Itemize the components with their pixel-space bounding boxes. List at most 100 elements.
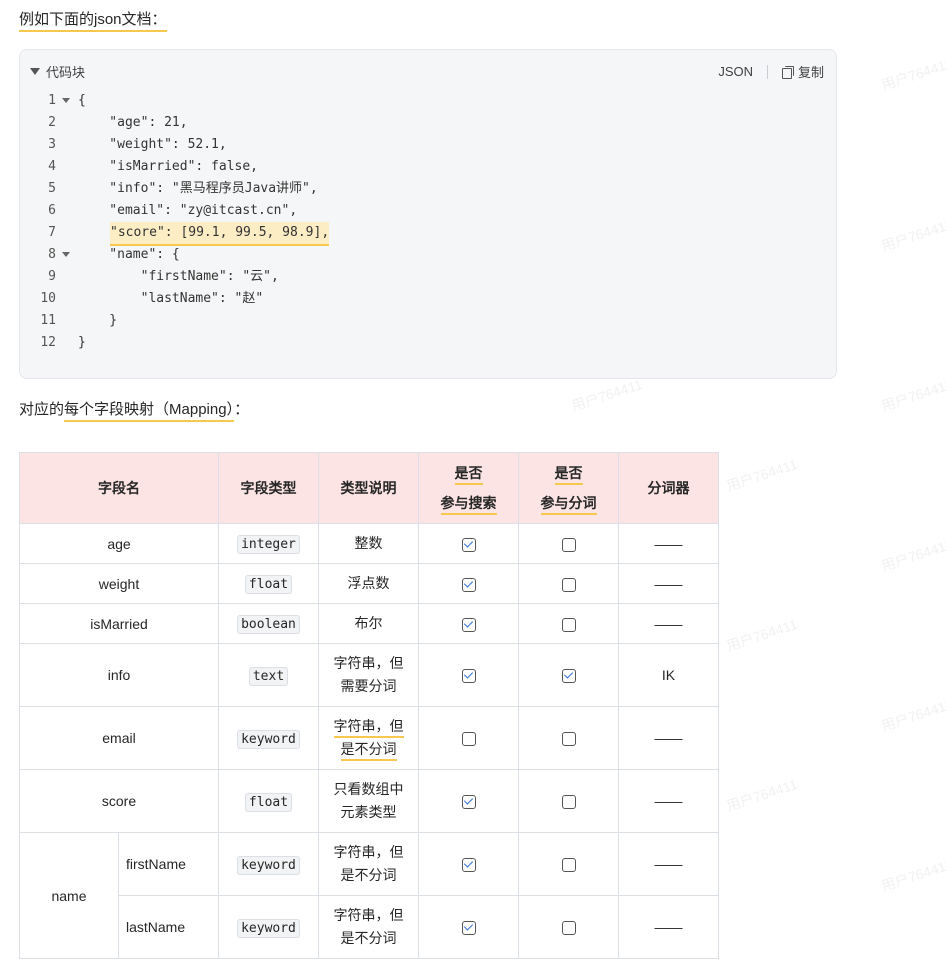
cell-searchable [418,643,519,707]
cell-field: isMarried [19,603,219,644]
mapping-table: 字段名 字段类型 类型说明 是否 参与搜索 是否 参与分词 分词器 age int… [19,452,719,959]
header-field-type: 字段类型 [218,452,319,524]
analyzed-checkbox[interactable] [561,537,576,552]
cell-child-field: firstName [118,832,219,896]
toolbar-divider [766,64,768,79]
line-code: "lastName": "赵" [78,291,264,306]
type-code: integer [237,535,300,554]
line-code: "email": "zy@itcast.cn", [78,203,298,218]
table-row: isMarried boolean 布尔 —— [19,603,719,644]
desc-line2: 元素类型 [340,804,397,820]
type-code: boolean [237,615,300,634]
header-analyzer: 分词器 [618,452,719,524]
searchable-checkbox[interactable] [461,858,476,873]
desc-line1: 只看数组中 [333,781,404,797]
cell-field: weight [19,563,219,604]
cell-analyzer: —— [618,563,719,604]
line-code: "isMarried": false, [78,159,259,174]
analyzed-checkbox[interactable] [561,921,576,936]
cell-analyzer: IK [618,643,719,707]
cell-searchable [418,523,519,564]
searchable-checkbox[interactable] [461,795,476,810]
type-code: float [244,575,293,594]
table-row: name firstName keyword 字符串，但 是不分词 —— [19,832,719,959]
fold-arrow-icon[interactable] [62,98,70,103]
desc-line2-text: 是不分词 [340,741,397,761]
code-block-toolbar: JSON 复制 [718,62,824,81]
cell-type: integer [218,523,319,564]
table-header-row: 字段名 字段类型 类型说明 是否 参与搜索 是否 参与分词 分词器 [19,452,719,524]
cell-analyzed [518,832,619,896]
header-searchable-line1: 是否 [454,465,483,485]
cell-analyzed [518,895,619,959]
cell-field: score [19,769,219,833]
cell-desc: 布尔 [318,603,419,644]
cell-analyzer: —— [618,603,719,644]
language-label[interactable]: JSON [718,64,753,79]
analyzed-checkbox[interactable] [561,669,576,684]
cell-analyzed [518,603,619,644]
analyzed-checkbox[interactable] [561,858,576,873]
cell-analyzed [518,563,619,604]
collapse-triangle-icon[interactable] [30,68,40,75]
line-code: "age": 21, [78,115,188,130]
type-code: text [248,666,289,686]
line-code: "weight": 52.1, [78,137,227,152]
watermark: 用户764411 [879,216,946,254]
cell-analyzed [518,769,619,833]
copy-button[interactable]: 复制 [781,62,824,81]
desc-line2: 需要分词 [340,678,397,694]
line-code: } [78,313,118,328]
cell-desc: 字符串，但 是不分词 [318,706,419,770]
watermark: 用户764411 [879,536,946,574]
code-block-title: 代码块 [46,65,86,80]
cell-analyzer: —— [618,895,719,959]
searchable-checkbox[interactable] [461,537,476,552]
searchable-checkbox[interactable] [461,577,476,592]
analyzed-checkbox[interactable] [561,732,576,747]
watermark: 用户764411 [879,55,946,93]
watermark: 用户764411 [879,376,946,414]
desc-line1: 字符串，但 [333,655,404,671]
type-code: keyword [237,918,300,938]
cell-desc: 只看数组中 元素类型 [318,769,419,833]
copy-icon [781,65,794,79]
desc-line2: 是不分词 [340,867,397,883]
cell-desc: 字符串，但 是不分词 [318,895,419,959]
searchable-checkbox[interactable] [461,732,476,747]
table-row: email keyword 字符串，但 是不分词 —— [19,706,719,770]
cell-analyzer: —— [618,523,719,564]
searchable-checkbox[interactable] [461,669,476,684]
searchable-checkbox[interactable] [461,617,476,632]
watermark: 用户764411 [724,456,800,494]
code-block-header[interactable]: 代码块 [30,62,85,81]
cell-child-field: lastName [118,895,219,959]
desc-line1: 布尔 [354,615,383,631]
watermark: 用户764411 [879,856,946,894]
analyzed-checkbox[interactable] [561,577,576,592]
fold-arrow-icon[interactable] [62,252,70,257]
analyzed-checkbox[interactable] [561,795,576,810]
code-block: 代码块 JSON 复制 1 {2 "age": 21, 3 "weight": 52… [19,49,837,379]
line-number: 2 [48,115,56,130]
line-number: 3 [48,137,56,152]
line-number: 9 [48,269,56,284]
header-type-desc: 类型说明 [318,452,419,524]
cell-type: float [218,563,319,604]
line-number: 11 [40,313,56,328]
cell-type: float [218,769,319,833]
line-code: "name": { [78,247,180,262]
line-code: "score": [99.1, 99.5, 98.9], [110,222,330,246]
searchable-checkbox[interactable] [461,921,476,936]
mapping-intro: 对应的每个字段映射（Mapping）： [19,399,249,422]
cell-type: text [218,643,319,707]
cell-field: age [19,523,219,564]
line-number: 1 [48,93,56,108]
analyzed-checkbox[interactable] [561,617,576,632]
cell-desc: 浮点数 [318,563,419,604]
watermark: 用户764411 [724,776,800,814]
cell-searchable [418,603,519,644]
header-field-name: 字段名 [19,452,219,524]
cell-field: email [19,706,219,770]
cell-type: boolean [218,603,319,644]
